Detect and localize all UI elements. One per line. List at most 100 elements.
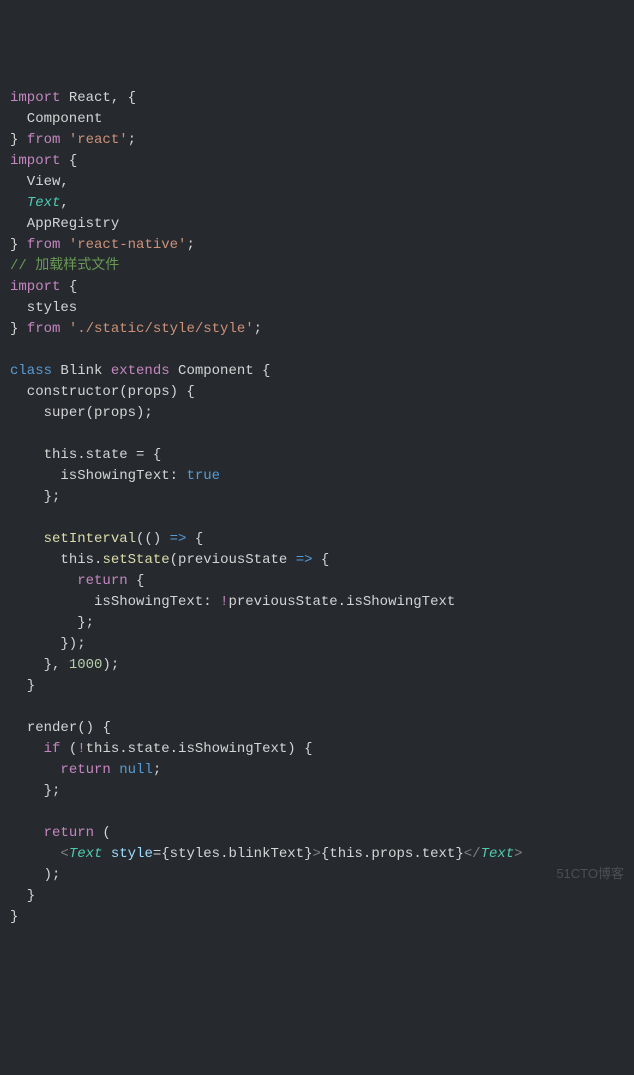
code-token: styles: [10, 300, 77, 316]
code-token: () {: [77, 720, 111, 736]
watermark-text: 51CTO博客: [556, 864, 624, 884]
code-line[interactable]: } from 'react-native';: [10, 235, 624, 256]
code-token: [10, 741, 44, 757]
code-token: from: [27, 321, 61, 337]
code-line[interactable]: isShowingText: true: [10, 466, 624, 487]
code-token: .state.isShowingText) {: [119, 741, 312, 757]
code-token: extends: [111, 363, 170, 379]
code-token: this: [44, 447, 78, 463]
code-token: (: [94, 825, 111, 841]
code-token: [60, 321, 68, 337]
code-token: this: [86, 741, 120, 757]
code-line[interactable]: super(props);: [10, 403, 624, 424]
code-token: return: [60, 762, 110, 778]
code-line[interactable]: View,: [10, 172, 624, 193]
code-line[interactable]: }, 1000);: [10, 655, 624, 676]
code-token: };: [10, 783, 60, 799]
code-token: React, {: [60, 90, 136, 106]
code-token: {: [128, 573, 145, 589]
code-token: from: [27, 132, 61, 148]
code-line[interactable]: });: [10, 634, 624, 655]
code-line[interactable]: isShowingText: !previousState.isShowingT…: [10, 592, 624, 613]
code-line[interactable]: this.setState(previousState => {: [10, 550, 624, 571]
code-editor-content[interactable]: import React, { Component } from 'react';…: [10, 88, 624, 928]
code-token: if: [44, 741, 61, 757]
code-line[interactable]: [10, 340, 624, 361]
code-token: );: [102, 657, 119, 673]
code-line[interactable]: }: [10, 907, 624, 928]
code-token: this: [329, 846, 363, 862]
code-token: './static/style/style': [69, 321, 254, 337]
code-line[interactable]: return (: [10, 823, 624, 844]
code-token: ;: [128, 132, 136, 148]
code-line[interactable]: this.state = {: [10, 445, 624, 466]
code-token: ={styles.blinkText}: [153, 846, 313, 862]
code-line[interactable]: }: [10, 676, 624, 697]
code-line[interactable]: };: [10, 487, 624, 508]
code-token: }: [10, 888, 35, 904]
code-line[interactable]: import {: [10, 151, 624, 172]
code-token: }: [10, 909, 18, 925]
code-line[interactable]: if (!this.state.isShowingText) {: [10, 739, 624, 760]
code-line[interactable]: }: [10, 886, 624, 907]
code-token: [10, 447, 44, 463]
code-token: },: [10, 657, 69, 673]
code-token: import: [10, 153, 60, 169]
code-token: [102, 846, 110, 862]
code-token: View,: [10, 174, 69, 190]
code-token: from: [27, 237, 61, 253]
code-token: [10, 720, 27, 736]
code-token: previousState.isShowingText: [228, 594, 455, 610]
code-token: (props);: [86, 405, 153, 421]
code-line[interactable]: return {: [10, 571, 624, 592]
code-line[interactable]: [10, 697, 624, 718]
code-token: AppRegistry: [10, 216, 119, 232]
code-token: {: [186, 531, 203, 547]
code-token: }: [10, 132, 27, 148]
code-line[interactable]: class Blink extends Component {: [10, 361, 624, 382]
code-token: // 加载样式文件: [10, 258, 119, 274]
code-line[interactable]: } from './static/style/style';: [10, 319, 624, 340]
code-line[interactable]: Text,: [10, 193, 624, 214]
code-line[interactable]: Component: [10, 109, 624, 130]
code-token: return: [44, 825, 94, 841]
code-line[interactable]: // 加载样式文件: [10, 256, 624, 277]
code-token: constructor(props) {: [10, 384, 195, 400]
code-token: );: [10, 867, 60, 883]
code-line[interactable]: [10, 424, 624, 445]
code-line[interactable]: };: [10, 613, 624, 634]
code-token: .state = {: [77, 447, 161, 463]
code-token: >: [514, 846, 522, 862]
code-token: }: [10, 237, 27, 253]
code-token: ;: [186, 237, 194, 253]
code-token: [10, 195, 27, 211]
code-token: Text: [481, 846, 515, 862]
code-line[interactable]: render() {: [10, 718, 624, 739]
code-token: [111, 762, 119, 778]
code-line[interactable]: [10, 802, 624, 823]
code-token: (: [60, 741, 77, 757]
code-line[interactable]: };: [10, 781, 624, 802]
code-token: ;: [153, 762, 161, 778]
code-token: this: [60, 552, 94, 568]
code-line[interactable]: <Text style={styles.blinkText}>{this.pro…: [10, 844, 624, 865]
code-line[interactable]: } from 'react';: [10, 130, 624, 151]
code-line[interactable]: [10, 508, 624, 529]
code-token: (previousState: [170, 552, 296, 568]
code-line[interactable]: constructor(props) {: [10, 382, 624, 403]
code-line[interactable]: AppRegistry: [10, 214, 624, 235]
code-token: [60, 132, 68, 148]
code-line[interactable]: import {: [10, 277, 624, 298]
code-line[interactable]: setInterval(() => {: [10, 529, 624, 550]
code-token: [10, 405, 44, 421]
code-line[interactable]: );: [10, 865, 624, 886]
code-token: Component: [10, 111, 102, 127]
code-token: Text: [27, 195, 61, 211]
code-line[interactable]: styles: [10, 298, 624, 319]
code-line[interactable]: return null;: [10, 760, 624, 781]
code-line[interactable]: import React, {: [10, 88, 624, 109]
code-token: 1000: [69, 657, 103, 673]
code-token: import: [10, 90, 60, 106]
code-token: setState: [102, 552, 169, 568]
code-token: true: [186, 468, 220, 484]
